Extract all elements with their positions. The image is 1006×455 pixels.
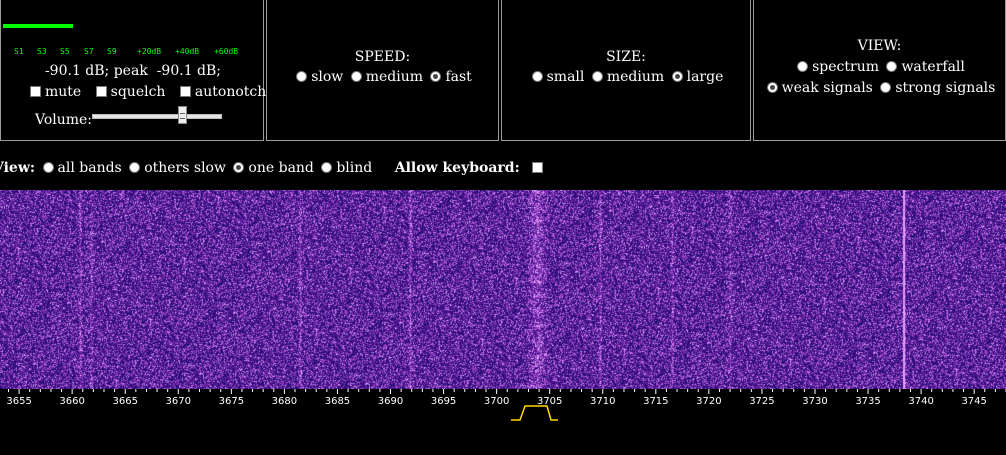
autonotch-label: autonotch <box>194 84 267 100</box>
band-view-bar: View: all bands others slow one band bli… <box>0 160 547 176</box>
volume-slider-track[interactable] <box>92 114 222 119</box>
speed-title: SPEED: <box>354 49 411 65</box>
band-view-radio-others-slow[interactable] <box>129 162 141 173</box>
scale-label: 3655 <box>6 396 31 407</box>
smeter-scale: S1 S3 S5 S7 S9 +20dB +40dB +60dB <box>1 47 265 59</box>
allow-keyboard-label: Allow keyboard: <box>394 160 520 176</box>
mute-option[interactable]: mute <box>30 84 81 100</box>
scale-label: 3715 <box>643 396 668 407</box>
size-radio-small[interactable] <box>531 71 543 82</box>
scale-label: 3725 <box>749 396 774 407</box>
autonotch-checkbox[interactable] <box>179 86 191 97</box>
smeter-label: S1 <box>14 47 24 56</box>
scale-label: 3745 <box>961 396 986 407</box>
scale-label: 3695 <box>431 396 456 407</box>
volume-slider-thumb[interactable] <box>178 106 187 124</box>
mute-checkbox[interactable] <box>30 86 41 97</box>
speed-options: slow medium fast <box>267 69 498 85</box>
size-label-small: small <box>546 69 585 85</box>
scale-label: 3690 <box>378 396 403 407</box>
signal-level-readout: -90.1 dB; peak -90.1 dB; <box>44 63 222 79</box>
smeter-label: +20dB <box>137 47 162 56</box>
scale-label: 3670 <box>166 396 191 407</box>
squelch-checkbox[interactable] <box>95 86 107 97</box>
speed-radio-slow[interactable] <box>296 71 308 82</box>
speed-panel: SPEED: slow medium fast <box>266 0 499 141</box>
smeter-label: S7 <box>84 47 94 56</box>
scale-label: 3685 <box>325 396 350 407</box>
band-view-radio-one-band[interactable] <box>233 162 245 173</box>
smeter-label: S9 <box>107 47 117 56</box>
allow-keyboard-checkbox[interactable] <box>532 162 544 173</box>
band-view-label-others-slow: others slow <box>144 160 226 176</box>
view-panel: VIEW: spectrum waterfall weak signals st… <box>753 0 1006 141</box>
audio-options: mute squelch autonotch <box>30 84 276 100</box>
band-view-label: View: <box>0 160 36 176</box>
frequency-scale[interactable]: 3655 3660 3665 3670 3675 3680 3685 3690 3695 3700… <box>0 389 1006 413</box>
scale-label: 3710 <box>590 396 615 407</box>
view-label-weak-signals: weak signals <box>781 80 873 96</box>
smeter-label: S3 <box>37 47 47 56</box>
size-label-large: large <box>686 69 724 85</box>
scale-label: 3675 <box>219 396 244 407</box>
scale-label: 3735 <box>855 396 880 407</box>
view-label-strong-signals: strong signals <box>895 80 996 96</box>
speed-label-slow: slow <box>311 69 344 85</box>
squelch-label: squelch <box>110 84 166 100</box>
smeter-label: +40dB <box>175 47 200 56</box>
signal-mode-options: weak signals strong signals <box>754 80 1005 96</box>
size-radio-large[interactable] <box>671 71 683 82</box>
scale-label: 3730 <box>802 396 827 407</box>
band-view-radio-blind[interactable] <box>321 162 333 173</box>
mute-label: mute <box>45 84 82 100</box>
volume-label: Volume: <box>35 112 93 128</box>
speed-label-medium: medium <box>365 69 424 85</box>
smeter-label: +60dB <box>214 47 239 56</box>
view-label-spectrum: spectrum <box>812 59 879 75</box>
view-radio-weak-signals[interactable] <box>766 82 778 93</box>
speed-radio-fast[interactable] <box>430 71 442 82</box>
smeter-bar <box>3 24 73 28</box>
speed-radio-medium[interactable] <box>350 71 362 82</box>
speed-label-fast: fast <box>445 69 472 85</box>
waterfall-display[interactable] <box>0 190 1006 389</box>
size-label-medium: medium <box>606 69 665 85</box>
view-radio-spectrum[interactable] <box>797 61 809 72</box>
smeter-panel: S1 S3 S5 S7 S9 +20dB +40dB +60dB -90.1 d… <box>0 0 266 141</box>
view-radio-strong-signals[interactable] <box>880 82 892 93</box>
scale-label: 3660 <box>59 396 84 407</box>
autonotch-option[interactable]: autonotch <box>179 84 267 100</box>
passband-indicator[interactable] <box>506 403 561 423</box>
scale-label: 3720 <box>696 396 721 407</box>
size-panel: SIZE: small medium large <box>501 0 751 141</box>
view-radio-waterfall[interactable] <box>886 61 898 72</box>
smeter-label: S5 <box>60 47 70 56</box>
display-options: spectrum waterfall <box>754 59 1005 75</box>
view-title: VIEW: <box>857 38 902 54</box>
squelch-option[interactable]: squelch <box>95 84 166 100</box>
band-view-radio-all-bands[interactable] <box>42 162 54 173</box>
band-view-label-one-band: one band <box>248 160 314 176</box>
size-options: small medium large <box>502 69 750 85</box>
size-radio-medium[interactable] <box>591 71 603 82</box>
scale-label: 3740 <box>908 396 933 407</box>
band-view-label-all-bands: all bands <box>57 160 122 176</box>
size-title: SIZE: <box>606 49 646 65</box>
scale-label: 3680 <box>272 396 297 407</box>
band-view-label-blind: blind <box>336 160 373 176</box>
passband-shape <box>511 405 558 421</box>
scale-label: 3665 <box>112 396 137 407</box>
view-label-waterfall: waterfall <box>901 59 965 75</box>
